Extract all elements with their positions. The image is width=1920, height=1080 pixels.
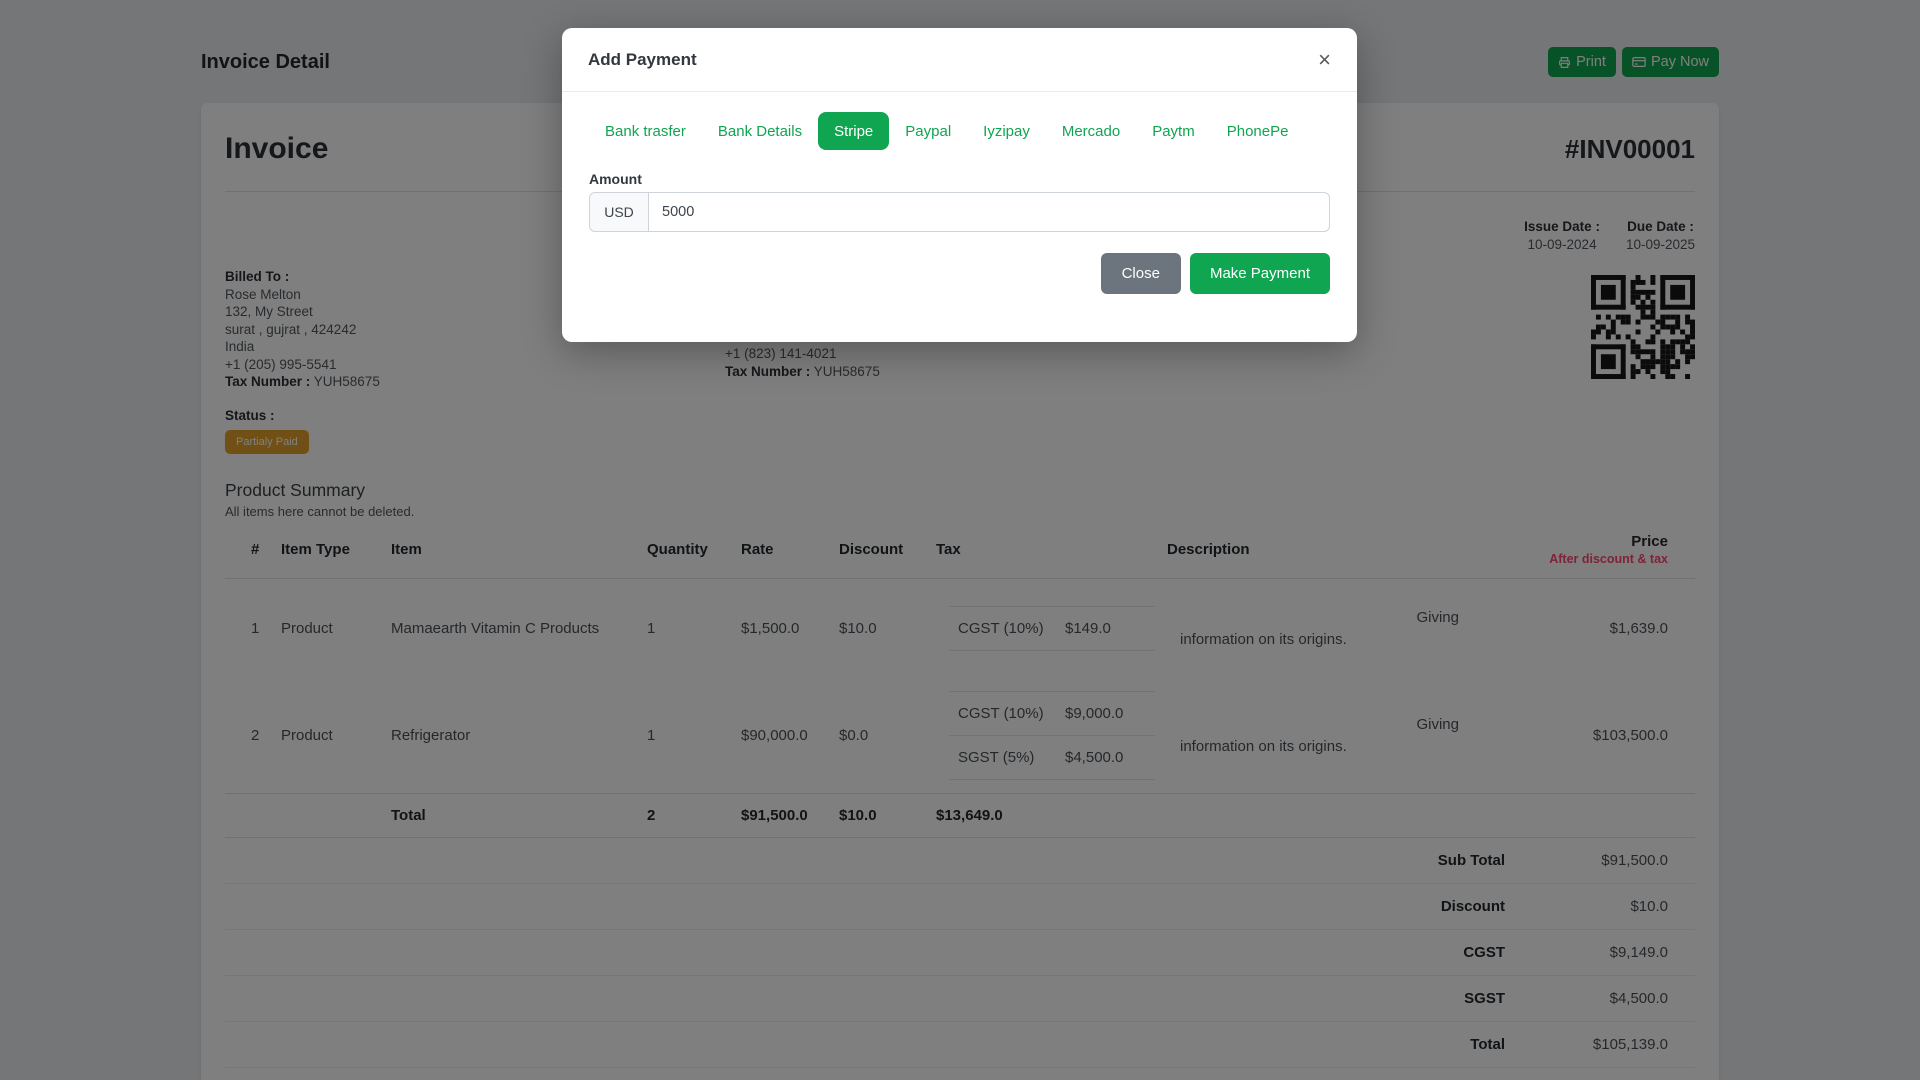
modal-body: Bank trasfer Bank Details Stripe Paypal … [562, 92, 1357, 294]
invoice-detail-page: Invoice Detail Print Pay Now [0, 0, 1920, 1080]
modal-actions: Close Make Payment [589, 253, 1330, 294]
tab-mercado[interactable]: Mercado [1046, 112, 1136, 150]
amount-label: Amount [589, 171, 642, 187]
tab-bank-transfer[interactable]: Bank trasfer [589, 112, 702, 150]
modal-header: Add Payment × [562, 28, 1357, 92]
add-payment-modal: Add Payment × Bank trasfer Bank Details … [562, 28, 1357, 342]
close-icon[interactable]: × [1318, 48, 1331, 71]
payment-method-tabs: Bank trasfer Bank Details Stripe Paypal … [589, 112, 1330, 150]
currency-prefix: USD [589, 192, 649, 232]
amount-input[interactable] [649, 192, 1330, 232]
tab-iyzipay[interactable]: Iyzipay [967, 112, 1046, 150]
make-payment-button[interactable]: Make Payment [1189, 253, 1330, 294]
tab-bank-details[interactable]: Bank Details [702, 112, 818, 150]
modal-title: Add Payment [588, 49, 697, 69]
close-button[interactable]: Close [1100, 253, 1181, 294]
tab-phonepe[interactable]: PhonePe [1211, 112, 1305, 150]
tab-stripe[interactable]: Stripe [818, 112, 890, 150]
amount-input-group: USD [589, 192, 1330, 232]
tab-paypal[interactable]: Paypal [889, 112, 967, 150]
tab-paytm[interactable]: Paytm [1136, 112, 1211, 150]
